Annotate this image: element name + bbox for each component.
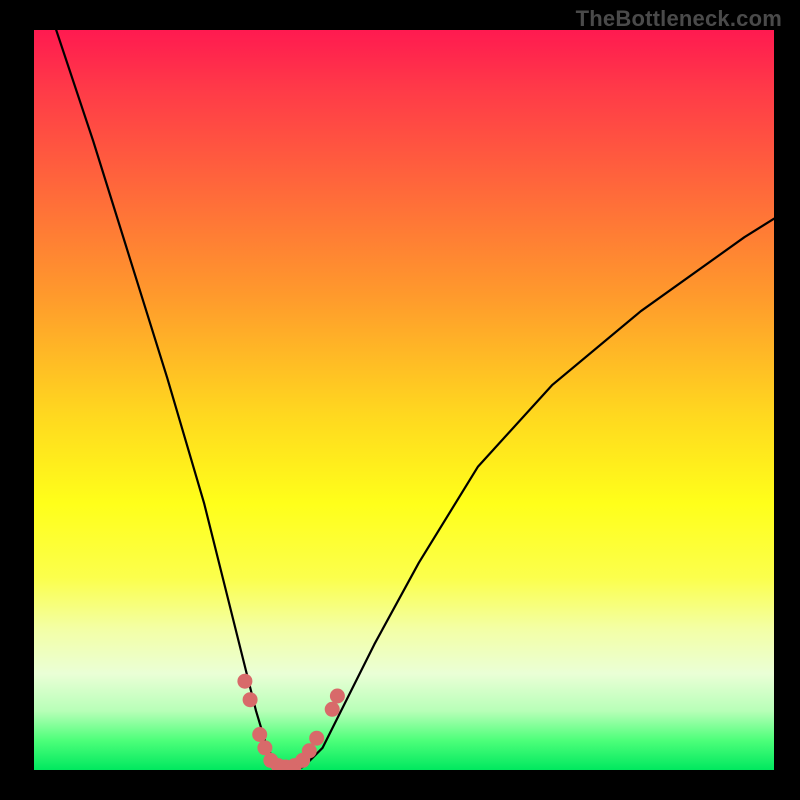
marker-dot [237,674,252,689]
highlight-markers [237,674,345,770]
plot-area [34,30,774,770]
marker-dot [252,727,267,742]
marker-dot [330,689,345,704]
chart-svg [34,30,774,770]
chart-frame: TheBottleneck.com [0,0,800,800]
marker-dot [302,743,317,758]
marker-dot [309,731,324,746]
watermark-text: TheBottleneck.com [576,6,782,32]
curve-line [56,30,774,770]
curve-path [56,30,774,770]
marker-dot [325,702,340,717]
marker-dot [243,692,258,707]
